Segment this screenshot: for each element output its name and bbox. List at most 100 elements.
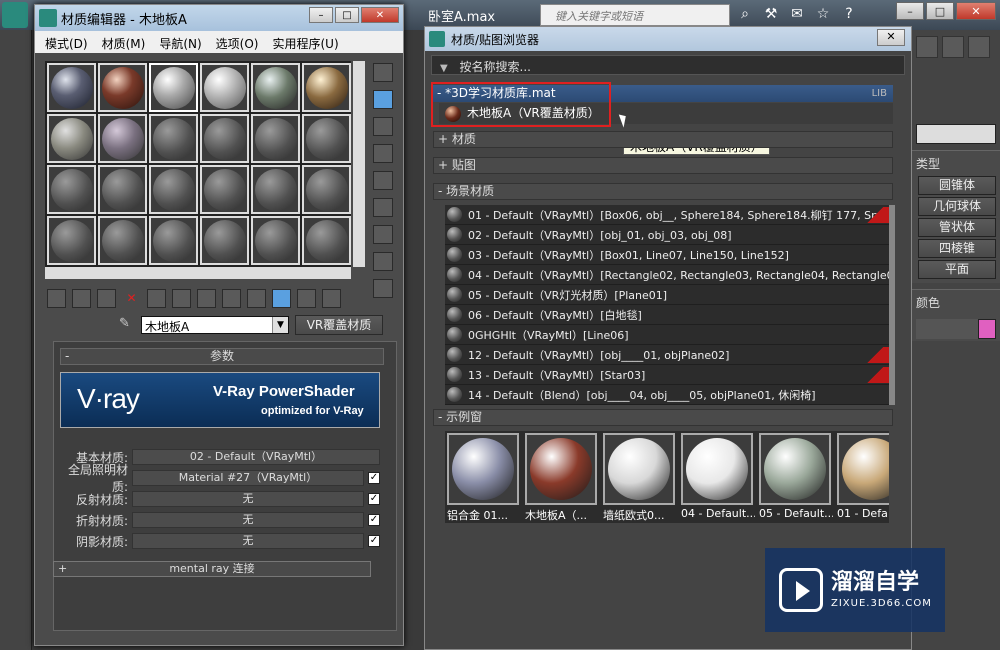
get-material-icon[interactable]	[47, 289, 66, 308]
minimize-button[interactable]: –	[309, 7, 333, 23]
maps-group-header[interactable]: + 贴图	[433, 157, 893, 174]
sample-slot-tile[interactable]: 01 - Defa	[837, 433, 889, 521]
scene-materials-group-header[interactable]: - 场景材质	[433, 183, 893, 200]
sample-slot[interactable]	[98, 63, 147, 112]
close-button[interactable]: ✕	[361, 7, 399, 23]
tools-icon[interactable]: ⚒	[761, 4, 781, 24]
reflect-material-checkbox[interactable]: ✓	[368, 493, 380, 505]
list-item[interactable]: 13 - Default（VRayMtl）[Star03]	[445, 365, 889, 385]
communication-icon[interactable]: ✉	[787, 4, 807, 24]
list-item[interactable]: 03 - Default（VRayMtl）[Box01, Line07, Lin…	[445, 245, 889, 265]
select-by-material-icon[interactable]	[373, 252, 393, 271]
sample-slot[interactable]	[98, 114, 147, 163]
sample-uv-tiling-icon[interactable]	[373, 144, 393, 163]
menu-navigation[interactable]: 导航(N)	[159, 35, 201, 51]
list-item[interactable]: 0GHGHlt（VRayMtl）[Line06]	[445, 325, 889, 345]
base-material-button[interactable]: 02 - Default（VRayMtl）	[132, 449, 380, 465]
sample-slots-group-header[interactable]: - 示例窗	[433, 409, 893, 426]
material-map-navigator-icon[interactable]	[373, 279, 393, 298]
sample-slot[interactable]	[302, 165, 351, 214]
close-button[interactable]: ✕	[877, 29, 905, 46]
assign-material-icon[interactable]	[97, 289, 116, 308]
go-to-parent-icon[interactable]	[272, 289, 291, 308]
sample-slot[interactable]	[302, 216, 351, 265]
sample-slot[interactable]	[149, 165, 198, 214]
sample-slot[interactable]	[47, 114, 96, 163]
list-item[interactable]: 14 - Default（Blend）[obj____04, obj____05…	[445, 385, 889, 405]
app-logo-icon[interactable]	[2, 2, 28, 28]
reset-map-icon[interactable]: ✕	[122, 289, 141, 308]
pick-material-icon[interactable]	[322, 289, 341, 308]
material-id-channel-icon[interactable]	[197, 289, 216, 308]
put-to-library-icon[interactable]	[172, 289, 191, 308]
material-name-input[interactable]: 木地板A ▼	[141, 316, 289, 334]
list-item[interactable]: 01 - Default（VRayMtl）[Box06, obj__, Sphe…	[445, 205, 889, 225]
list-item[interactable]: 04 - Default（VRayMtl）[Rectangle02, Recta…	[445, 265, 889, 285]
chevron-down-icon[interactable]: ▼	[272, 317, 288, 333]
sample-slot[interactable]	[47, 165, 96, 214]
modify-tab-icon[interactable]	[942, 36, 964, 58]
sample-type-icon[interactable]	[373, 63, 393, 82]
menu-utilities[interactable]: 实用程序(U)	[272, 35, 338, 51]
sample-slot-tile[interactable]: 铝合金 01...	[447, 433, 519, 522]
list-item[interactable]: 12 - Default（VRayMtl）[obj____01, objPlan…	[445, 345, 889, 365]
maximize-button[interactable]: □	[926, 2, 954, 20]
eyedropper-icon[interactable]: ✎	[119, 316, 135, 334]
options-icon[interactable]	[373, 225, 393, 244]
background-checker-icon[interactable]	[373, 117, 393, 136]
sample-slot[interactable]	[251, 216, 300, 265]
video-color-check-icon[interactable]	[373, 171, 393, 190]
tube-button[interactable]: 管状体	[918, 218, 996, 237]
make-unique-icon[interactable]	[147, 289, 166, 308]
sample-slot[interactable]	[251, 63, 300, 112]
sample-slot[interactable]	[149, 114, 198, 163]
sample-slot[interactable]	[251, 165, 300, 214]
backlight-icon[interactable]	[373, 90, 393, 109]
sample-slot-tile[interactable]: 木地板A（...	[525, 433, 597, 522]
list-item[interactable]: 06 - Default（VRayMtl）[白地毯]	[445, 305, 889, 325]
sample-slot[interactable]	[302, 114, 351, 163]
menu-options[interactable]: 选项(O)	[216, 35, 259, 51]
gi-material-checkbox[interactable]: ✓	[368, 472, 380, 484]
sample-slot[interactable]	[149, 216, 198, 265]
chevron-down-icon[interactable]: ▼	[440, 63, 448, 74]
materials-group-header[interactable]: + 材质	[433, 131, 893, 148]
hierarchy-tab-icon[interactable]	[968, 36, 990, 58]
search-by-name-input[interactable]: ▼ 按名称搜索...	[431, 55, 905, 75]
geosphere-button[interactable]: 几何球体	[918, 197, 996, 216]
material-type-button[interactable]: VR覆盖材质	[295, 315, 383, 335]
help-icon[interactable]: ?	[839, 4, 859, 24]
app-search-input[interactable]: 键入关键字或短语	[540, 4, 730, 26]
plane-button[interactable]: 平面	[918, 260, 996, 279]
minimize-button[interactable]: –	[896, 2, 924, 20]
sample-slot[interactable]	[200, 165, 249, 214]
sample-slot[interactable]	[98, 216, 147, 265]
put-material-icon[interactable]	[72, 289, 91, 308]
scene-list-scrollbar[interactable]	[889, 205, 895, 405]
sample-slot-tile[interactable]: 墙纸欧式0...	[603, 433, 675, 522]
sample-slot-tile[interactable]: 04 - Default...	[681, 433, 755, 521]
refract-material-button[interactable]: 无	[132, 512, 364, 528]
reflect-material-button[interactable]: 无	[132, 491, 364, 507]
sample-slot[interactable]	[98, 165, 147, 214]
category-dropdown[interactable]	[916, 124, 996, 144]
show-end-result-icon[interactable]	[247, 289, 266, 308]
shadow-material-button[interactable]: 无	[132, 533, 364, 549]
sample-slot[interactable]	[251, 114, 300, 163]
binoculars-icon[interactable]: ⌕	[735, 4, 755, 24]
parameters-rollout-header[interactable]: - 参数	[60, 348, 384, 365]
favorite-star-icon[interactable]: ☆	[813, 4, 833, 24]
mental-ray-rollout-header[interactable]: + mental ray 连接	[53, 561, 371, 577]
create-tab-icon[interactable]	[916, 36, 938, 58]
show-shaded-material-icon[interactable]	[222, 289, 241, 308]
slot-vertical-scrollbar[interactable]	[353, 61, 365, 267]
shadow-material-checkbox[interactable]: ✓	[368, 535, 380, 547]
refract-material-checkbox[interactable]: ✓	[368, 514, 380, 526]
sample-slot[interactable]	[302, 63, 351, 112]
maximize-button[interactable]: □	[335, 7, 359, 23]
sample-slot[interactable]	[47, 216, 96, 265]
sample-slot[interactable]	[200, 63, 249, 112]
color-swatch[interactable]	[978, 319, 996, 339]
sample-slot[interactable]	[200, 114, 249, 163]
sample-slot-active[interactable]	[149, 63, 198, 112]
